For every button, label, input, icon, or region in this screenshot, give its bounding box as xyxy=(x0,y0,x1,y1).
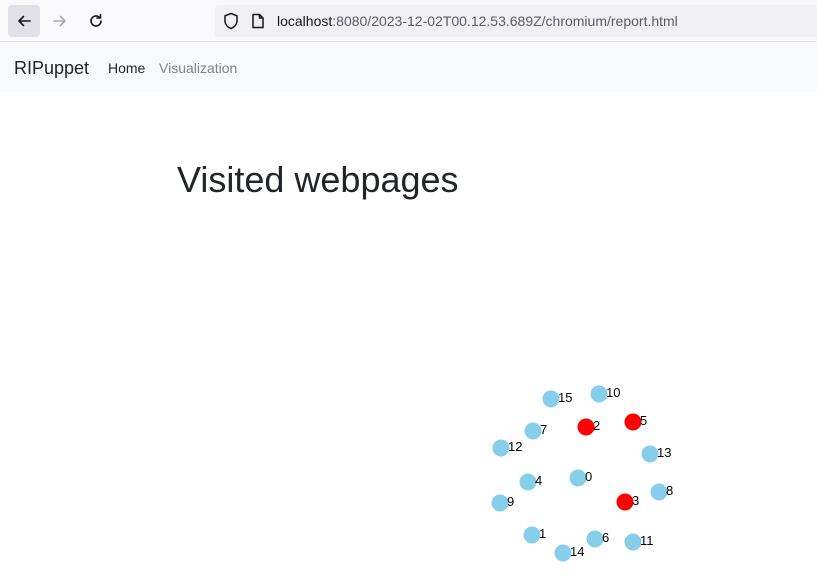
graph-node-8[interactable] xyxy=(650,483,668,501)
graph-node-10[interactable] xyxy=(590,385,608,403)
graph-node-label: 4 xyxy=(535,473,542,488)
graph-node-label: 13 xyxy=(657,445,671,460)
graph-node-0[interactable] xyxy=(569,469,587,487)
page-graph: 0123456789101112 131415 xyxy=(491,385,673,562)
graph-node-label: 14 xyxy=(570,544,584,559)
graph-node-6[interactable] xyxy=(586,530,604,548)
graph-node-12[interactable] xyxy=(492,439,510,457)
graph-node-label: 2 xyxy=(593,418,600,433)
graph-node-5[interactable] xyxy=(624,413,642,431)
graph-node-4[interactable] xyxy=(519,473,537,491)
graph-node-7[interactable] xyxy=(524,422,542,440)
graph-node-3[interactable] xyxy=(616,493,634,511)
graph-node-label: 9 xyxy=(507,494,514,509)
graph-node-label: 1 xyxy=(539,526,546,541)
graph-node-label: 7 xyxy=(540,422,547,437)
graph-node-label: 5 xyxy=(640,413,647,428)
graph-node-label: 12 xyxy=(508,439,522,454)
graph-node-11[interactable] xyxy=(624,533,642,551)
graph-node-label: 6 xyxy=(602,530,609,545)
graph-node-label: 0 xyxy=(585,469,592,484)
graph-node-label: 11 xyxy=(640,533,654,548)
graph-node-label: 10 xyxy=(606,385,620,400)
graph-node-15[interactable] xyxy=(542,390,560,408)
graph-node-1[interactable] xyxy=(523,526,541,544)
graph-node-14[interactable] xyxy=(554,544,572,562)
graph-node-13[interactable] xyxy=(641,445,659,463)
graph-node-label: 15 xyxy=(558,390,572,405)
graph-node-2[interactable] xyxy=(577,418,595,436)
graph-node-label: 3 xyxy=(632,493,639,508)
graph-node-label: 8 xyxy=(666,483,673,498)
graph-node-9[interactable] xyxy=(491,494,509,512)
